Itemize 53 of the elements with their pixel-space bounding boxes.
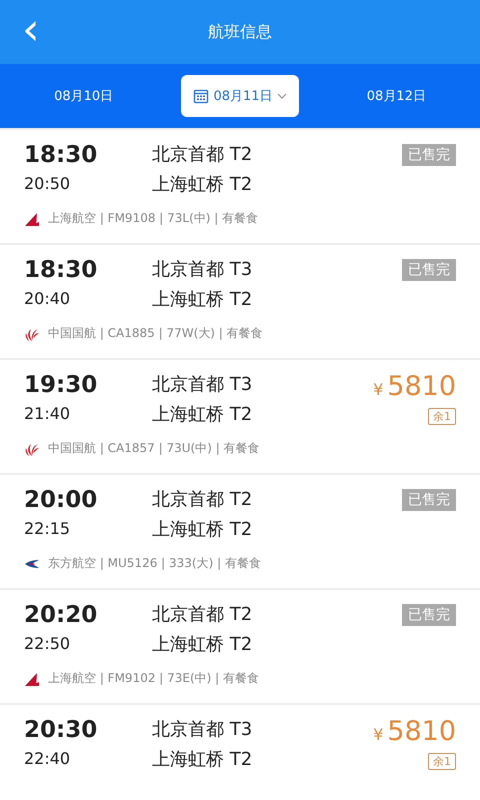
price: 5810	[387, 370, 456, 404]
sold-out-tag: 已售完	[402, 144, 456, 166]
departure-airport: 北京首都 T3	[152, 258, 254, 282]
departure-time: 20:20	[24, 601, 98, 630]
sold-out-tag: 已售完	[402, 489, 456, 511]
price: 5810	[387, 715, 456, 749]
currency-symbol: ¥	[373, 380, 384, 399]
calendar-icon	[193, 88, 210, 104]
date-tab[interactable]: 08月11日	[181, 75, 299, 117]
flight-card[interactable]: 18:30 20:50 北京首都 T2 上海虹桥 T2 已售完 上海航空 | FM9108 | 73L(中) | 有餐食	[0, 130, 480, 243]
departure-time: 20:30	[24, 716, 98, 745]
arrival-airport: 上海虹桥 T2	[152, 518, 254, 542]
flight-details: 中国国航 | CA1857 | 73U(中) | 有餐食	[48, 440, 260, 457]
flight-details: 上海航空 | FM9108 | 73L(中) | 有餐食	[48, 210, 258, 227]
flight-details: 上海航空 | FM9102 | 73E(中) | 有餐食	[48, 670, 260, 687]
arrival-airport: 上海虹桥 T2	[152, 748, 254, 772]
flight-card[interactable]: 20:00 22:15 北京首都 T2 上海虹桥 T2 已售完 东方航空 | MU5126 | 333(大) | 有餐食	[0, 475, 480, 588]
departure-time: 18:30	[24, 256, 98, 285]
departure-airport: 北京首都 T2	[152, 488, 254, 512]
sold-out-tag: 已售完	[402, 604, 456, 626]
arrival-time: 20:50	[24, 173, 72, 195]
departure-time: 19:30	[24, 371, 98, 400]
arrival-airport: 上海虹桥 T2	[152, 633, 254, 657]
arrival-airport: 上海虹桥 T2	[152, 173, 254, 197]
departure-time: 20:00	[24, 486, 98, 515]
arrival-time: 20:40	[24, 288, 72, 310]
arrival-time: 22:40	[24, 748, 72, 770]
flight-card[interactable]: 19:30 21:40 北京首都 T3 上海虹桥 T2 ¥5810 余1 中国国航 | CA1857 | 73U(中) | 有餐食	[0, 360, 480, 473]
flight-card[interactable]: 18:30 20:40 北京首都 T3 上海虹桥 T2 已售完 中国国航 | CA1885 | 77W(大) | 有餐食	[0, 245, 480, 358]
arrival-time: 22:50	[24, 633, 72, 655]
currency-symbol: ¥	[373, 725, 384, 744]
sold-out-tag: 已售完	[402, 259, 456, 281]
departure-airport: 北京首都 T3	[152, 373, 254, 397]
date-tab[interactable]: 08月10日	[46, 77, 122, 115]
departure-airport: 北京首都 T2	[152, 603, 254, 627]
seats-left-tag: 余1	[428, 753, 456, 770]
caret-icon	[276, 93, 287, 99]
departure-airport: 北京首都 T3	[152, 718, 254, 742]
date-tab[interactable]: 08月12日	[358, 77, 434, 115]
wing-logo-icon	[24, 210, 40, 226]
departure-time: 18:30	[24, 141, 98, 170]
flight-details: 东方航空 | MU5126 | 333(大) | 有餐食	[48, 555, 261, 572]
flight-details: 中国国航 | CA1885 | 77W(大) | 有餐食	[48, 325, 263, 342]
arrival-airport: 上海虹桥 T2	[152, 288, 254, 312]
seats-left-tag: 余1	[428, 408, 456, 425]
page-title: 航班信息	[208, 22, 272, 42]
flight-card[interactable]: 20:30 22:40 北京首都 T3 上海虹桥 T2 ¥5810 余1	[0, 705, 480, 800]
departure-airport: 北京首都 T2	[152, 143, 254, 167]
arrival-time: 21:40	[24, 403, 72, 425]
arrival-time: 22:15	[24, 518, 72, 540]
wing-logo-icon	[24, 670, 40, 686]
flight-card[interactable]: 20:20 22:50 北京首都 T2 上海虹桥 T2 已售完 上海航空 | FM9102 | 73E(中) | 有餐食	[0, 590, 480, 703]
arrival-airport: 上海虹桥 T2	[152, 403, 254, 427]
